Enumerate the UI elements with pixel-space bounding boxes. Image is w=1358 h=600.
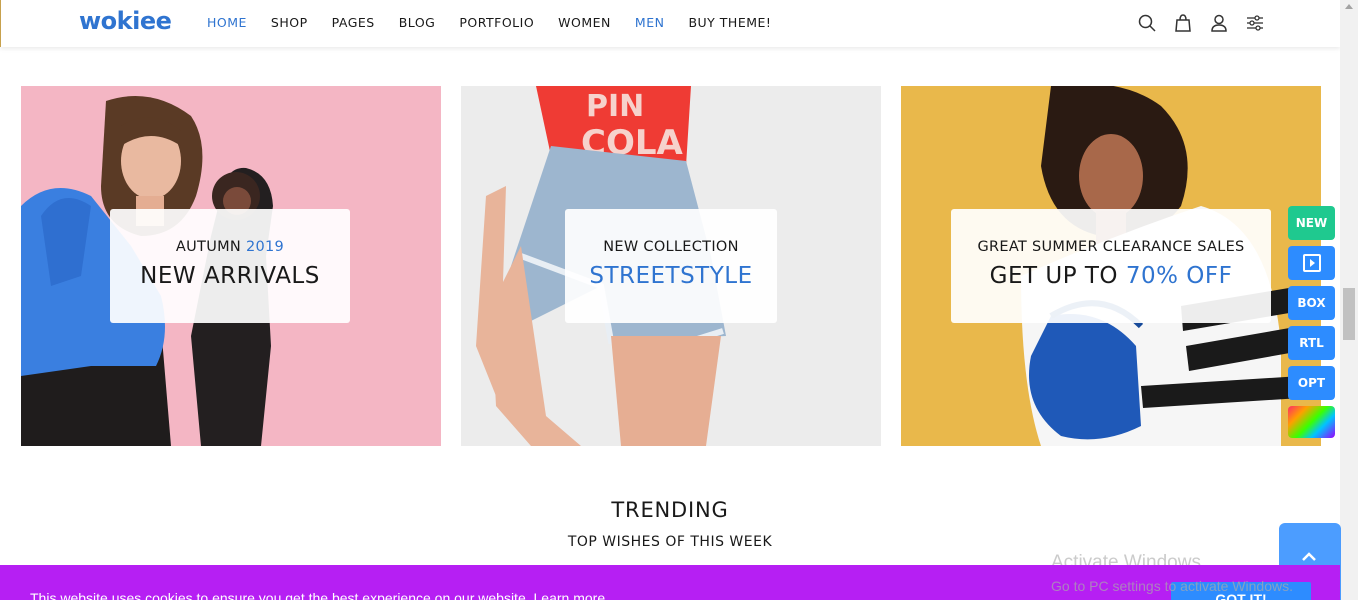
banner-caption: AUTUMN 2019 NEW ARRIVALS: [110, 209, 350, 323]
cookie-message: This website uses cookies to ensure you …: [30, 590, 605, 600]
settings-sliders-icon[interactable]: [1245, 13, 1265, 33]
banner-autumn-new-arrivals[interactable]: AUTUMN 2019 NEW ARRIVALS: [21, 86, 441, 446]
nav-item-pages[interactable]: PAGES: [332, 15, 375, 30]
nav-item-blog[interactable]: BLOG: [399, 15, 436, 30]
shirt-print-line-1: PIN: [586, 89, 644, 124]
cart-icon[interactable]: [1173, 13, 1193, 33]
banner-title: STREETSTYLE: [565, 263, 777, 289]
banner-subtitle-text: GREAT SUMMER CLEARANCE SALES: [977, 239, 1245, 255]
banner-title: NEW ARRIVALS: [110, 263, 350, 289]
section-title: TRENDING: [611, 498, 729, 522]
nav-item-women[interactable]: WOMEN: [558, 15, 611, 30]
cookie-message-text: This website uses cookies to ensure you …: [30, 590, 530, 600]
site-logo[interactable]: wokiee: [79, 7, 172, 35]
banner-subtitle-text: NEW COLLECTION: [603, 239, 739, 255]
cookie-learn-more-link[interactable]: Learn more: [534, 590, 606, 600]
nav-item-men[interactable]: MEN: [635, 15, 665, 30]
play-square-icon: [1303, 254, 1321, 272]
nav-item-buy-theme[interactable]: BUY THEME!: [688, 15, 771, 30]
nav-item-portfolio[interactable]: PORTFOLIO: [459, 15, 534, 30]
banner-title-text: NEW ARRIVALS: [140, 263, 320, 289]
new-demo-button[interactable]: NEW: [1288, 206, 1335, 240]
banner-subtitle-text: AUTUMN: [175, 239, 246, 255]
box-layout-button[interactable]: BOX: [1288, 286, 1335, 320]
nav-item-home[interactable]: HOME: [207, 15, 247, 30]
banner-subtitle-accent: 2019: [245, 239, 285, 255]
rtl-toggle-button[interactable]: RTL: [1288, 326, 1335, 360]
banner-title: GET UP TO 70% OFF: [951, 263, 1271, 289]
banner-new-collection-streetstyle[interactable]: PIN COLA NEW COLLECTION STREETSTYLE: [461, 86, 881, 446]
banner-title-text: GET UP TO: [989, 263, 1126, 289]
banner-subtitle: AUTUMN 2019: [110, 239, 350, 255]
color-picker-button[interactable]: [1288, 406, 1335, 438]
banner-caption: GREAT SUMMER CLEARANCE SALES GET UP TO 7…: [951, 209, 1271, 323]
banner-subtitle: NEW COLLECTION: [565, 239, 777, 255]
scroll-up-arrow-icon[interactable]: [1345, 4, 1353, 9]
windows-watermark-subtitle: Go to PC settings to activate Windows.: [1051, 578, 1293, 594]
section-subtitle: TOP WISHES OF THIS WEEK: [567, 534, 773, 550]
banner-subtitle: GREAT SUMMER CLEARANCE SALES: [951, 239, 1271, 255]
site-header: wokiee HOME SHOP PAGES BLOG PORTFOLIO WO…: [0, 0, 1340, 47]
banner-title-accent: STREETSTYLE: [589, 263, 753, 289]
options-button[interactable]: OPT: [1288, 366, 1335, 400]
account-icon[interactable]: [1209, 13, 1229, 33]
scrollbar-thumb[interactable]: [1343, 288, 1355, 340]
banner-summer-clearance[interactable]: GREAT SUMMER CLEARANCE SALES GET UP TO 7…: [901, 86, 1321, 446]
header-icons: [1137, 13, 1265, 33]
nav-item-shop[interactable]: SHOP: [271, 15, 308, 30]
search-icon[interactable]: [1137, 13, 1157, 33]
video-play-button[interactable]: [1288, 246, 1335, 280]
main-nav: HOME SHOP PAGES BLOG PORTFOLIO WOMEN MEN…: [207, 15, 795, 30]
chevron-up-icon: [1302, 552, 1316, 561]
banner-caption: NEW COLLECTION STREETSTYLE: [565, 209, 777, 323]
banner-title-accent: 70% OFF: [1125, 263, 1233, 289]
